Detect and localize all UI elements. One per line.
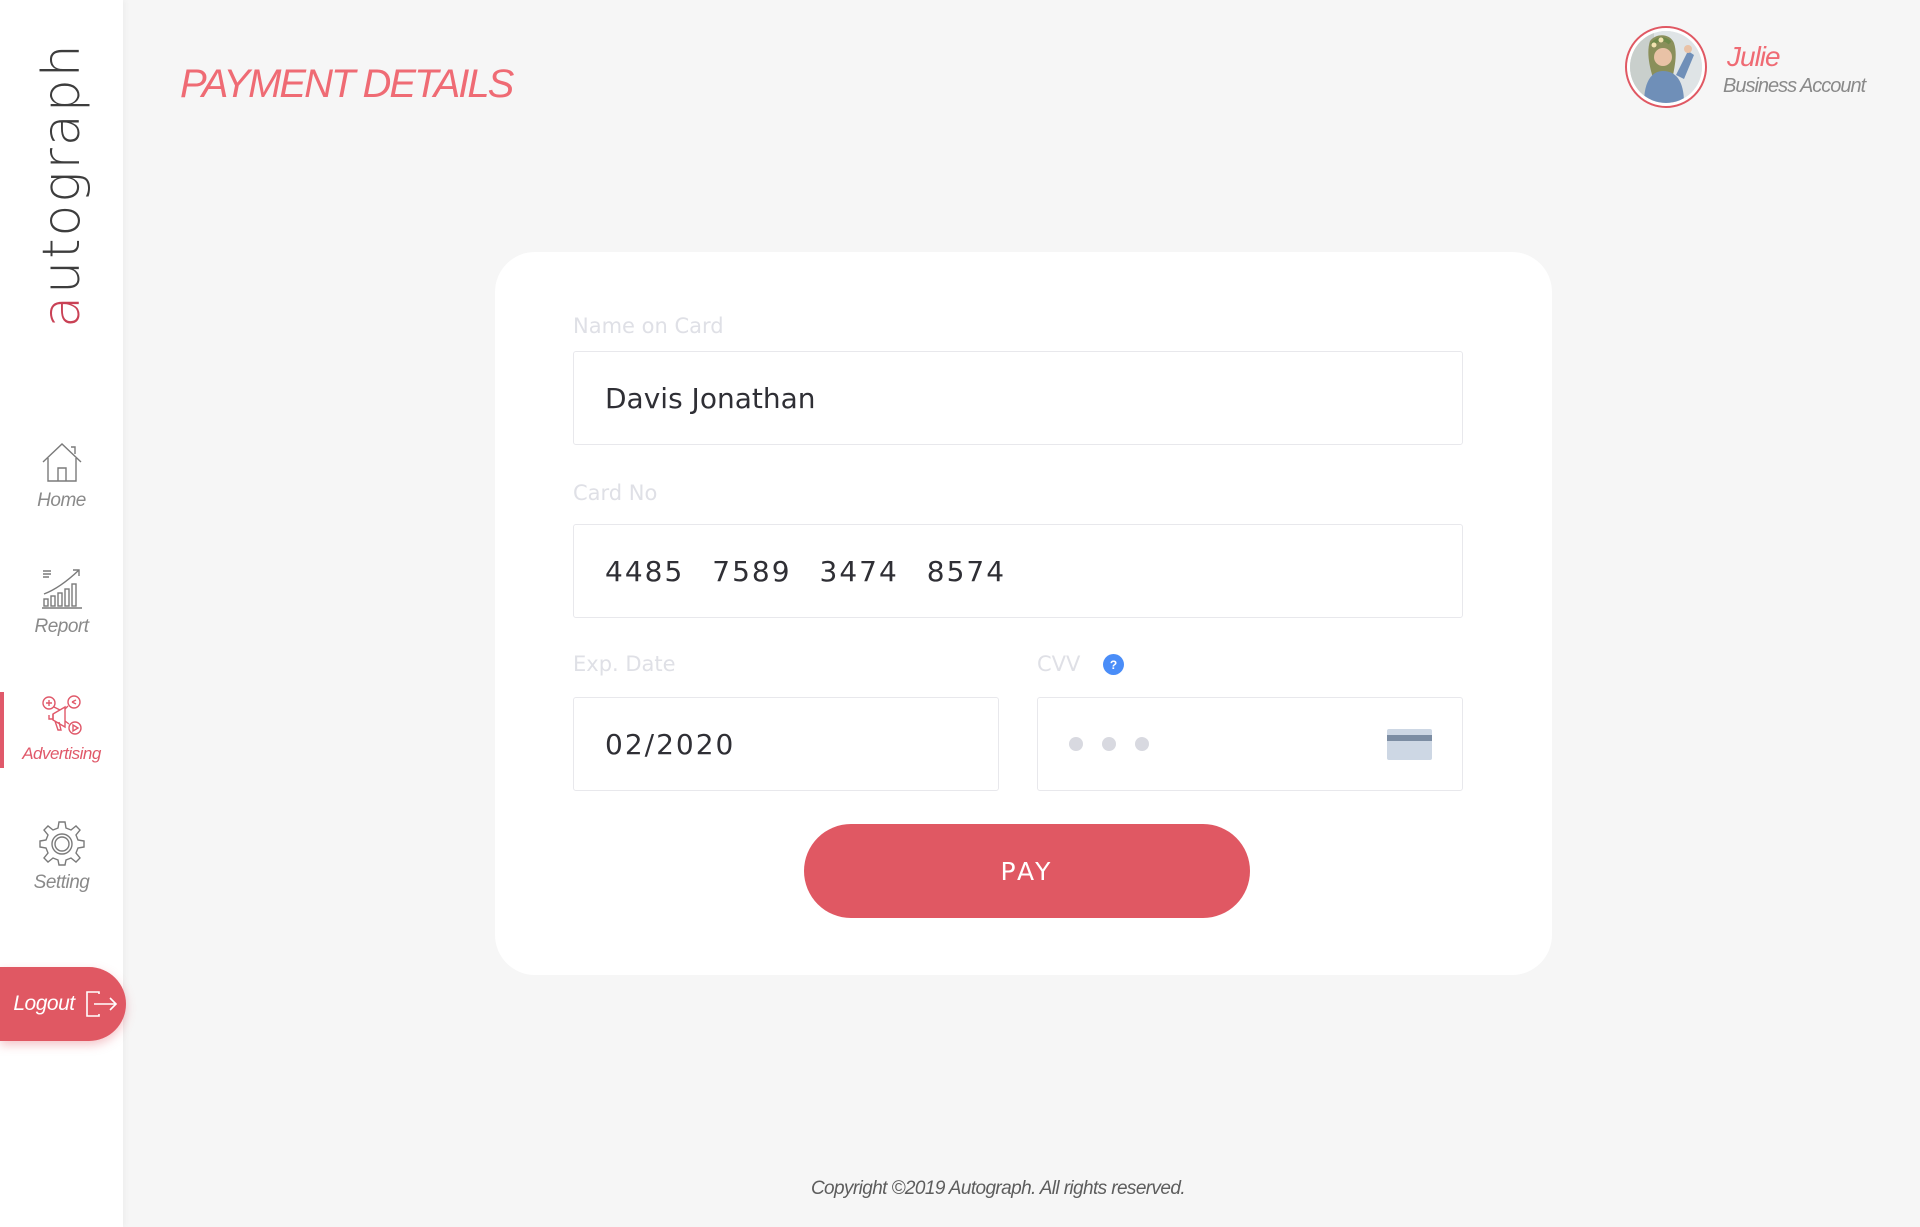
home-icon <box>42 443 81 482</box>
sidebar-item-home[interactable]: Home <box>0 440 123 512</box>
cvv-dot <box>1135 737 1149 751</box>
cvv-dot <box>1069 737 1083 751</box>
page-title: PAYMENT DETAILS <box>180 62 514 106</box>
name-on-card-input[interactable]: Davis Jonathan <box>573 351 1463 445</box>
logout-icon <box>85 991 117 1017</box>
footer: Copyright ©2019 Autograph. All rights re… <box>0 1178 1920 1200</box>
report-chart-icon <box>41 569 82 609</box>
app-logo[interactable]: autograph <box>32 42 92 327</box>
sidebar-item-report[interactable]: Report <box>0 566 123 638</box>
credit-card-icon <box>1387 729 1432 760</box>
sidebar-item-setting[interactable]: Setting <box>0 820 123 894</box>
card-number-group: 8574 <box>926 554 1007 588</box>
exp-date-label: Exp. Date <box>573 652 676 676</box>
sidebar-item-label: Report <box>34 616 89 637</box>
user-name: Julie <box>1727 40 1781 72</box>
cvv-masked-dots <box>1069 737 1149 751</box>
avatar[interactable] <box>1625 26 1707 108</box>
card-number-group: 3474 <box>819 554 899 588</box>
sidebar-item-advertising[interactable]: Advertising <box>0 692 123 768</box>
card-number-label: Card No <box>573 481 658 505</box>
sidebar-item-label: Advertising <box>22 744 101 763</box>
exp-date-input[interactable]: 02/2020 <box>573 697 999 791</box>
logout-button[interactable]: Logout <box>0 967 126 1041</box>
copyright-text: Copyright ©2019 Autograph. All rights re… <box>810 1178 1186 1199</box>
name-on-card-label: Name on Card <box>573 314 724 338</box>
cvv-dot <box>1102 737 1116 751</box>
sidebar: autograph Home Report Advertising Settin… <box>0 0 126 1227</box>
sidebar-item-label: Home <box>37 490 86 511</box>
user-account-type: Business Account <box>1723 74 1866 97</box>
cvv-label: CVV <box>1037 652 1081 676</box>
card-number-group: 7589 <box>712 554 792 588</box>
cvv-help-icon[interactable]: ? <box>1103 654 1124 675</box>
card-number-input[interactable]: 4485 7589 3474 8574 <box>573 524 1463 618</box>
advertising-megaphone-icon <box>41 695 82 735</box>
user-profile[interactable]: Julie Business Account <box>1625 26 1866 108</box>
sidebar-item-label: Setting <box>33 872 90 893</box>
avatar-image <box>1630 31 1702 103</box>
gear-icon <box>38 821 85 866</box>
pay-button[interactable]: PAY <box>804 824 1250 918</box>
cvv-input[interactable] <box>1037 697 1463 791</box>
logout-label: Logout <box>13 992 75 1015</box>
card-number-group: 4485 <box>605 554 685 588</box>
payment-form-card: Name on Card Davis Jonathan Card No 4485… <box>495 252 1552 975</box>
